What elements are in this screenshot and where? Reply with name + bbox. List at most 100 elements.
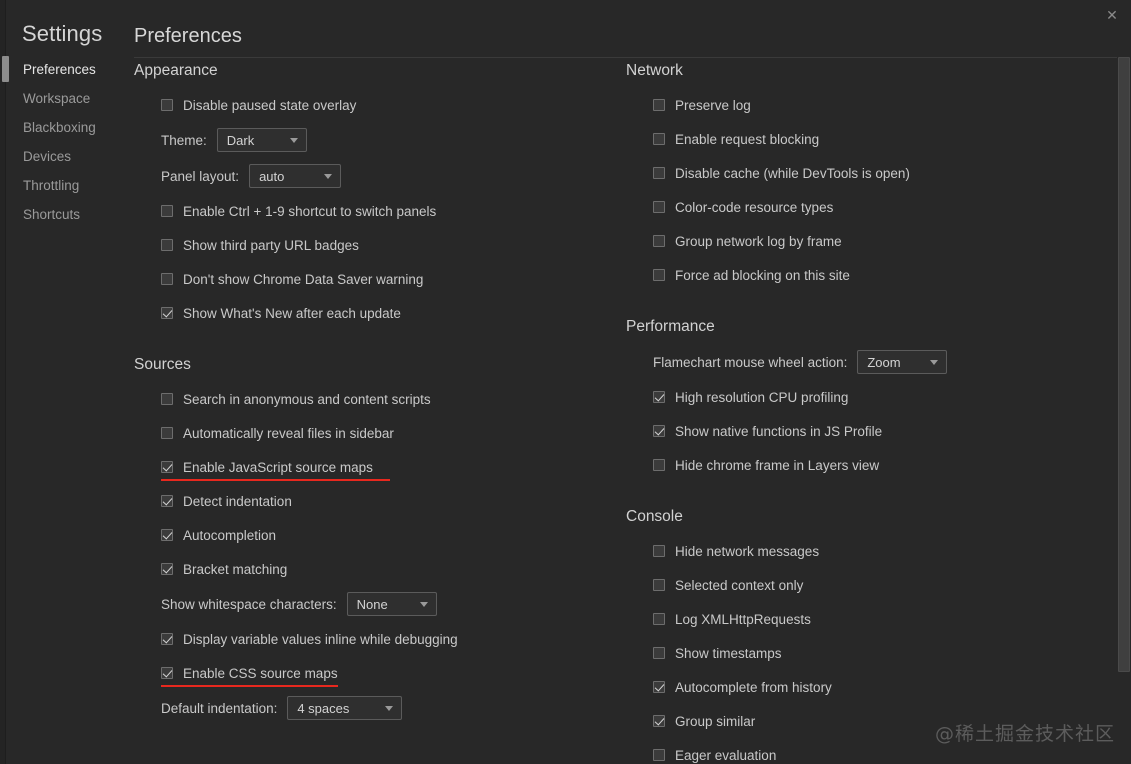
checkbox-unchecked-icon[interactable] <box>161 99 173 111</box>
sidebar-item-throttling[interactable]: Throttling <box>6 171 128 200</box>
section-title: Console <box>626 508 1096 526</box>
checkbox-label: Color-code resource types <box>675 200 833 215</box>
checkbox-checked-icon[interactable] <box>161 529 173 541</box>
checkbox-row-autocomplete-from-history[interactable]: Autocomplete from history <box>626 670 1096 704</box>
checkbox-unchecked-icon[interactable] <box>653 269 665 281</box>
sidebar-selection-indicator <box>2 56 9 82</box>
checkbox-unchecked-icon[interactable] <box>653 749 665 761</box>
dropdown-theme[interactable]: Dark <box>217 128 307 152</box>
checkbox-row-disable-cache-while-devtools-is-open[interactable]: Disable cache (while DevTools is open) <box>626 156 1096 190</box>
checkbox-label: Force ad blocking on this site <box>675 268 850 283</box>
vertical-scrollbar-track[interactable] <box>1117 0 1131 764</box>
section-network: NetworkPreserve logEnable request blocki… <box>626 62 1096 292</box>
select-label: Default indentation: <box>161 701 277 716</box>
checkbox-row-display-variable-values-inline-while-debugging[interactable]: Display variable values inline while deb… <box>134 622 604 656</box>
checkbox-row-preserve-log[interactable]: Preserve log <box>626 88 1096 122</box>
select-row-flamechart-mouse-wheel-action: Flamechart mouse wheel action:Zoom <box>626 344 1096 380</box>
dropdown-value: auto <box>259 169 284 184</box>
checkbox-row-selected-context-only[interactable]: Selected context only <box>626 568 1096 602</box>
checkbox-unchecked-icon[interactable] <box>653 545 665 557</box>
checkbox-label: Autocompletion <box>183 528 276 543</box>
checkbox-row-hide-network-messages[interactable]: Hide network messages <box>626 534 1096 568</box>
dropdown-flamechart-mouse-wheel-action[interactable]: Zoom <box>857 350 947 374</box>
dropdown-show-whitespace-characters[interactable]: None <box>347 592 437 616</box>
checkbox-row-enable-request-blocking[interactable]: Enable request blocking <box>626 122 1096 156</box>
title-divider <box>134 57 1117 58</box>
checkbox-label: Group network log by frame <box>675 234 842 249</box>
checkbox-label: Eager evaluation <box>675 748 776 763</box>
checkbox-label: Display variable values inline while deb… <box>183 632 458 647</box>
checkbox-row-enable-javascript-source-maps[interactable]: Enable JavaScript source maps <box>134 450 604 484</box>
checkbox-checked-icon[interactable] <box>161 461 173 473</box>
checkbox-checked-icon[interactable] <box>653 391 665 403</box>
checkbox-checked-icon[interactable] <box>161 667 173 679</box>
checkbox-label: Show third party URL badges <box>183 238 359 253</box>
checkbox-unchecked-icon[interactable] <box>653 133 665 145</box>
checkbox-unchecked-icon[interactable] <box>653 459 665 471</box>
checkbox-row-bracket-matching[interactable]: Bracket matching <box>134 552 604 586</box>
checkbox-unchecked-icon[interactable] <box>161 273 173 285</box>
checkbox-unchecked-icon[interactable] <box>653 99 665 111</box>
checkbox-label: Enable request blocking <box>675 132 819 147</box>
checkbox-unchecked-icon[interactable] <box>653 647 665 659</box>
checkbox-row-show-third-party-url-badges[interactable]: Show third party URL badges <box>134 228 604 262</box>
checkbox-label: Hide chrome frame in Layers view <box>675 458 879 473</box>
checkbox-row-group-network-log-by-frame[interactable]: Group network log by frame <box>626 224 1096 258</box>
checkbox-checked-icon[interactable] <box>653 425 665 437</box>
checkbox-label: Hide network messages <box>675 544 819 559</box>
checkbox-checked-icon[interactable] <box>161 563 173 575</box>
checkbox-checked-icon[interactable] <box>161 307 173 319</box>
checkbox-checked-icon[interactable] <box>161 633 173 645</box>
checkbox-row-hide-chrome-frame-in-layers-view[interactable]: Hide chrome frame in Layers view <box>626 448 1096 482</box>
checkbox-row-automatically-reveal-files-in-sidebar[interactable]: Automatically reveal files in sidebar <box>134 416 604 450</box>
sidebar-item-devices[interactable]: Devices <box>6 142 128 171</box>
checkbox-checked-icon[interactable] <box>653 715 665 727</box>
sidebar-item-label: Throttling <box>23 178 79 193</box>
checkbox-unchecked-icon[interactable] <box>161 239 173 251</box>
select-label: Theme: <box>161 133 207 148</box>
checkbox-checked-icon[interactable] <box>161 495 173 507</box>
sidebar-nav-list: PreferencesWorkspaceBlackboxingDevices Th… <box>6 55 128 229</box>
checkbox-label: Disable cache (while DevTools is open) <box>675 166 910 181</box>
dropdown-value: Dark <box>227 133 254 148</box>
checkbox-row-enable-css-source-maps[interactable]: Enable CSS source maps <box>134 656 604 690</box>
checkbox-row-color-code-resource-types[interactable]: Color-code resource types <box>626 190 1096 224</box>
sidebar-item-shortcuts[interactable]: Shortcuts <box>6 200 128 229</box>
checkbox-label: Group similar <box>675 714 755 729</box>
dropdown-default-indentation[interactable]: 4 spaces <box>287 696 402 720</box>
vertical-scrollbar-thumb[interactable] <box>1118 57 1130 672</box>
checkbox-row-don-t-show-chrome-data-saver-warning[interactable]: Don't show Chrome Data Saver warning <box>134 262 604 296</box>
checkbox-unchecked-icon[interactable] <box>653 613 665 625</box>
checkbox-row-show-what-s-new-after-each-update[interactable]: Show What's New after each update <box>134 296 604 330</box>
checkbox-row-disable-paused-state-overlay[interactable]: Disable paused state overlay <box>134 88 604 122</box>
checkbox-label: Show What's New after each update <box>183 306 401 321</box>
checkbox-unchecked-icon[interactable] <box>653 201 665 213</box>
select-row-panel-layout: Panel layout:auto <box>134 158 604 194</box>
select-row-theme: Theme: Dark <box>134 122 604 158</box>
checkbox-row-high-resolution-cpu-profiling[interactable]: High resolution CPU profiling <box>626 380 1096 414</box>
sidebar-item-blackboxing[interactable]: Blackboxing <box>6 113 128 142</box>
checkbox-row-log-xmlhttprequests[interactable]: Log XMLHttpRequests <box>626 602 1096 636</box>
checkbox-unchecked-icon[interactable] <box>161 393 173 405</box>
checkbox-checked-icon[interactable] <box>653 681 665 693</box>
checkbox-row-autocompletion[interactable]: Autocompletion <box>134 518 604 552</box>
checkbox-row-search-in-anonymous-and-content-scripts[interactable]: Search in anonymous and content scripts <box>134 382 604 416</box>
select-label: Show whitespace characters: <box>161 597 337 612</box>
checkbox-row-force-ad-blocking-on-this-site[interactable]: Force ad blocking on this site <box>626 258 1096 292</box>
checkbox-row-show-native-functions-in-js-profile[interactable]: Show native functions in JS Profile <box>626 414 1096 448</box>
checkbox-label: Disable paused state overlay <box>183 98 356 113</box>
checkbox-row-detect-indentation[interactable]: Detect indentation <box>134 484 604 518</box>
dropdown-panel-layout[interactable]: auto <box>249 164 341 188</box>
checkbox-unchecked-icon[interactable] <box>161 427 173 439</box>
sidebar-item-workspace[interactable]: Workspace <box>6 84 128 113</box>
sidebar-item-preferences[interactable]: Preferences <box>6 55 128 84</box>
chevron-down-icon <box>420 602 428 607</box>
checkbox-unchecked-icon[interactable] <box>653 579 665 591</box>
checkbox-unchecked-icon[interactable] <box>161 205 173 217</box>
checkbox-label: Bracket matching <box>183 562 287 577</box>
checkbox-row-show-timestamps[interactable]: Show timestamps <box>626 636 1096 670</box>
checkbox-unchecked-icon[interactable] <box>653 235 665 247</box>
checkbox-label: Automatically reveal files in sidebar <box>183 426 394 441</box>
checkbox-row-enable-ctrl-1-9-shortcut-to-switch-panels[interactable]: Enable Ctrl + 1-9 shortcut to switch pan… <box>134 194 604 228</box>
checkbox-unchecked-icon[interactable] <box>653 167 665 179</box>
